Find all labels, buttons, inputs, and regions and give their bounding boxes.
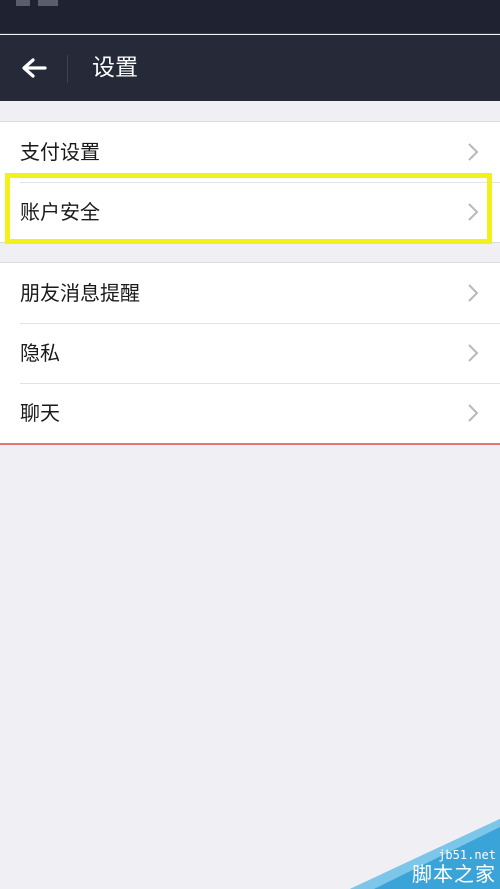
navigation-bar: 设置 [0, 35, 500, 101]
settings-group-general: 朋友消息提醒 隐私 聊天 [0, 262, 500, 445]
settings-group-account: 支付设置 账户安全 [0, 121, 500, 243]
settings-item-chat[interactable]: 聊天 [0, 383, 500, 443]
chevron-right-icon [468, 284, 479, 302]
settings-item-label: 隐私 [20, 341, 60, 365]
chevron-right-icon [468, 203, 479, 221]
settings-item-label: 朋友消息提醒 [20, 281, 140, 305]
arrow-left-icon [22, 58, 47, 78]
settings-item-label: 账户安全 [20, 200, 100, 224]
page-title: 设置 [92, 55, 138, 81]
status-bar [0, 0, 500, 34]
nav-divider [67, 55, 68, 83]
settings-item-payment[interactable]: 支付设置 [0, 122, 500, 182]
settings-item-label: 聊天 [20, 401, 60, 425]
status-bar-fragment [16, 0, 30, 6]
watermark-name: 脚本之家 [412, 862, 496, 886]
chevron-right-icon [468, 344, 479, 362]
back-button[interactable] [12, 48, 56, 88]
settings-item-account-security[interactable]: 账户安全 [0, 182, 500, 242]
chevron-right-icon [468, 404, 479, 422]
status-bar-fragment [38, 0, 58, 6]
settings-item-label: 支付设置 [20, 140, 100, 164]
settings-item-privacy[interactable]: 隐私 [0, 323, 500, 383]
chevron-right-icon [468, 143, 479, 161]
watermark: jb51.net 脚本之家 [350, 819, 500, 889]
settings-item-friend-notifications[interactable]: 朋友消息提醒 [0, 263, 500, 323]
